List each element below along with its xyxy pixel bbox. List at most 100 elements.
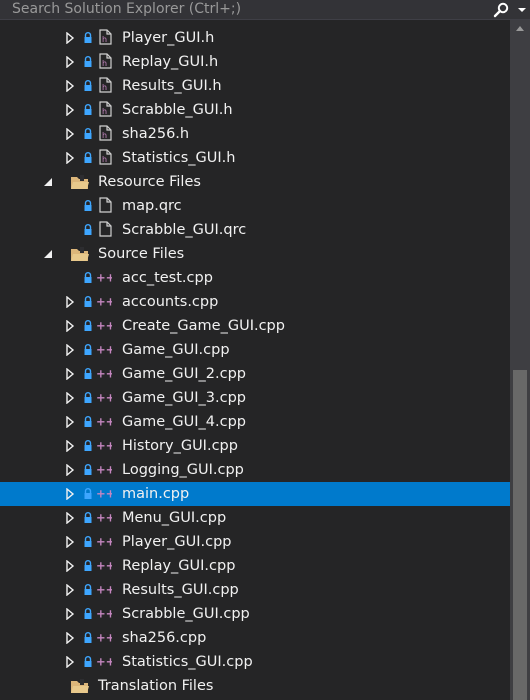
tree-item[interactable]: h Statistics_GUI.h xyxy=(0,146,510,170)
expand-triangle-icon[interactable] xyxy=(64,368,76,380)
collapse-triangle-icon[interactable] xyxy=(42,176,54,188)
svg-text:++: ++ xyxy=(96,270,112,284)
lock-icon xyxy=(84,32,92,43)
cpp-file-icon: ++ xyxy=(96,294,112,308)
header-file-icon: h xyxy=(99,125,112,141)
tree-item-label: Resource Files xyxy=(98,174,201,190)
tree-item[interactable]: ++ acc_test.cpp xyxy=(0,266,510,290)
cpp-file-icon: ++ xyxy=(96,534,112,548)
tree-item-label: sha256.cpp xyxy=(122,630,207,646)
tree-item-label: Scrabble_GUI.qrc xyxy=(122,222,247,238)
tree-item[interactable]: ++ Statistics_GUI.cpp xyxy=(0,650,510,674)
lock-icon xyxy=(84,272,92,283)
search-bar xyxy=(0,0,530,20)
lock-icon xyxy=(84,416,92,427)
tree-item[interactable]: ++ Player_GUI.cpp xyxy=(0,530,510,554)
expand-triangle-icon[interactable] xyxy=(64,320,76,332)
expand-triangle-icon[interactable] xyxy=(64,512,76,524)
expand-triangle-icon[interactable] xyxy=(64,608,76,620)
tree-item[interactable]: ++ Replay_GUI.cpp xyxy=(0,554,510,578)
expand-triangle-icon[interactable] xyxy=(64,32,76,44)
expand-triangle-icon[interactable] xyxy=(64,464,76,476)
svg-text:h: h xyxy=(102,83,107,92)
expand-triangle-icon[interactable] xyxy=(64,632,76,644)
lock-icon xyxy=(84,104,92,115)
expand-triangle-icon[interactable] xyxy=(64,344,76,356)
solution-tree: h Player_GUI.h h Replay_GUI.h h Results_GUI.h… xyxy=(0,26,510,698)
vertical-scrollbar[interactable] xyxy=(510,20,530,700)
collapse-triangle-icon[interactable] xyxy=(42,248,54,260)
tree-item[interactable]: map.qrc xyxy=(0,194,510,218)
tree-item-label: Results_GUI.cpp xyxy=(122,582,239,598)
header-file-icon: h xyxy=(99,77,112,93)
expand-triangle-icon[interactable] xyxy=(64,536,76,548)
lock-icon xyxy=(84,56,92,67)
tree-item[interactable]: ++ main.cpp xyxy=(0,482,510,506)
tree-item[interactable]: ++ Menu_GUI.cpp xyxy=(0,506,510,530)
tree-item-label: sha256.h xyxy=(122,126,190,142)
tree-item[interactable]: h sha256.h xyxy=(0,122,510,146)
tree-item[interactable]: h Results_GUI.h xyxy=(0,74,510,98)
search-button[interactable] xyxy=(489,0,513,19)
svg-text:h: h xyxy=(102,59,107,68)
tree-item[interactable]: ++ Logging_GUI.cpp xyxy=(0,458,510,482)
scroll-up-button[interactable] xyxy=(510,20,530,36)
expand-triangle-icon[interactable] xyxy=(64,392,76,404)
tree-item[interactable]: ++ Results_GUI.cpp xyxy=(0,578,510,602)
tree-item-label: map.qrc xyxy=(122,198,182,214)
tree-item[interactable]: Translation Files xyxy=(0,674,510,698)
tree-item[interactable]: ++ Game_GUI_2.cpp xyxy=(0,362,510,386)
tree-item[interactable]: Resource Files xyxy=(0,170,510,194)
tree-item-label: Game_GUI_2.cpp xyxy=(122,366,247,382)
expand-triangle-icon[interactable] xyxy=(64,104,76,116)
expand-triangle-icon[interactable] xyxy=(64,56,76,68)
tree-item[interactable]: ++ Scrabble_GUI.cpp xyxy=(0,602,510,626)
expand-triangle-icon[interactable] xyxy=(64,488,76,500)
scrollbar-thumb[interactable] xyxy=(513,370,527,700)
tree-item-label: main.cpp xyxy=(122,486,190,502)
expand-triangle-icon[interactable] xyxy=(64,152,76,164)
cpp-file-icon: ++ xyxy=(96,558,112,572)
lock-icon xyxy=(84,632,92,643)
tree-item[interactable]: ++ Create_Game_GUI.cpp xyxy=(0,314,510,338)
tree-item[interactable]: Scrabble_GUI.qrc xyxy=(0,218,510,242)
expand-triangle-icon[interactable] xyxy=(64,416,76,428)
search-input[interactable] xyxy=(0,0,486,19)
tree-item-label: Player_GUI.h xyxy=(122,30,215,46)
svg-text:++: ++ xyxy=(96,534,112,548)
expand-triangle-icon[interactable] xyxy=(64,440,76,452)
lock-icon xyxy=(84,464,92,475)
tree-item[interactable]: h Scrabble_GUI.h xyxy=(0,98,510,122)
tree-item[interactable]: ++ History_GUI.cpp xyxy=(0,434,510,458)
expand-triangle-icon[interactable] xyxy=(64,560,76,572)
cpp-file-icon: ++ xyxy=(96,390,112,404)
svg-text:h: h xyxy=(102,107,107,116)
expand-triangle-icon[interactable] xyxy=(64,80,76,92)
tree-item[interactable]: Source Files xyxy=(0,242,510,266)
cpp-file-icon: ++ xyxy=(96,318,112,332)
expand-triangle-icon[interactable] xyxy=(64,128,76,140)
lock-icon xyxy=(84,224,92,235)
expand-triangle-icon[interactable] xyxy=(64,656,76,668)
search-icon xyxy=(493,2,509,17)
tree-item[interactable]: ++ accounts.cpp xyxy=(0,290,510,314)
svg-text:++: ++ xyxy=(96,390,112,404)
tree-item[interactable]: ++ Game_GUI_4.cpp xyxy=(0,410,510,434)
tree-item[interactable]: h Player_GUI.h xyxy=(0,26,510,50)
tree-item-label: Game_GUI_3.cpp xyxy=(122,390,247,406)
tree-item[interactable]: ++ Game_GUI_3.cpp xyxy=(0,386,510,410)
chevron-down-icon xyxy=(517,7,526,12)
tree-item[interactable]: ++ sha256.cpp xyxy=(0,626,510,650)
document-icon xyxy=(99,221,112,237)
tree-item[interactable]: ++ Game_GUI.cpp xyxy=(0,338,510,362)
cpp-file-icon: ++ xyxy=(96,342,112,356)
tree-item-label: Replay_GUI.cpp xyxy=(122,558,236,574)
lock-icon xyxy=(84,368,92,379)
lock-icon xyxy=(84,512,92,523)
tree-item[interactable]: h Replay_GUI.h xyxy=(0,50,510,74)
expand-triangle-icon[interactable] xyxy=(64,584,76,596)
expand-triangle-icon[interactable] xyxy=(64,296,76,308)
header-file-icon: h xyxy=(99,53,112,69)
tree-item-label: History_GUI.cpp xyxy=(122,438,238,454)
search-options-button[interactable] xyxy=(513,0,530,19)
